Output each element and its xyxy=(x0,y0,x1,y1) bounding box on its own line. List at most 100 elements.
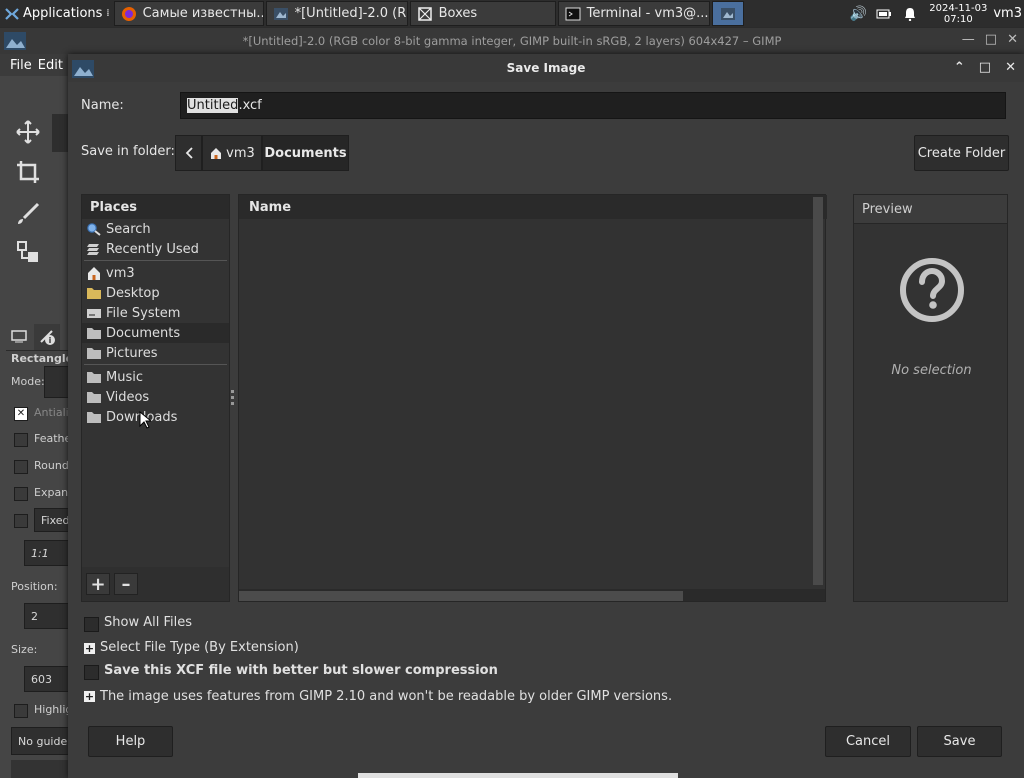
guides-label: No guide xyxy=(18,734,68,748)
device-status-tab[interactable]: i xyxy=(34,324,60,350)
clock[interactable]: 2024-11-03 07:10 xyxy=(929,3,987,25)
task-firefox[interactable]: Самые известны... xyxy=(113,1,264,26)
no-selection-text: No selection xyxy=(891,363,972,378)
position-field[interactable]: 2 xyxy=(24,603,70,629)
compression-checkbox[interactable] xyxy=(84,665,99,680)
guides-dropdown[interactable]: No guide xyxy=(11,727,70,755)
paintbrush-tool-icon[interactable] xyxy=(14,200,42,228)
task-terminal[interactable]: Terminal - vm3@... xyxy=(557,1,710,26)
place-pictures[interactable]: Pictures xyxy=(82,343,229,363)
place-documents[interactable]: Documents xyxy=(82,323,229,343)
create-folder-button[interactable]: Create Folder xyxy=(914,135,1009,171)
dialog-maximize-icon[interactable]: □ xyxy=(979,60,991,75)
place-home[interactable]: vm3 xyxy=(82,263,229,283)
minimize-icon[interactable]: — xyxy=(962,32,975,47)
place-videos[interactable]: Videos xyxy=(82,387,229,407)
fixed-checkbox[interactable] xyxy=(14,514,28,528)
place-downloads[interactable]: Downloads xyxy=(82,407,229,427)
maximize-icon[interactable]: □ xyxy=(985,32,997,47)
name-input[interactable]: Untitled .xcf xyxy=(180,92,1006,119)
home-icon xyxy=(211,148,222,159)
remove-bookmark-button[interactable]: – xyxy=(114,573,138,595)
chevron-left-icon xyxy=(185,147,193,159)
gimp-icon xyxy=(273,7,288,20)
scrollbar-thumb[interactable] xyxy=(239,591,683,601)
crop-tool-icon[interactable] xyxy=(14,158,42,186)
cancel-button[interactable]: Cancel xyxy=(825,726,911,757)
dialog-close-icon[interactable]: ✕ xyxy=(1005,60,1016,75)
places-toolbar: + – xyxy=(82,567,229,601)
path-crumb-documents[interactable]: Documents xyxy=(262,135,349,171)
file-list-horizontal-scrollbar[interactable] xyxy=(239,589,825,601)
places-header: Places xyxy=(82,195,229,219)
folder-icon xyxy=(87,412,101,423)
dialog-collapse-icon[interactable]: ⌃ xyxy=(954,60,965,75)
expand-plus-icon[interactable]: + xyxy=(84,643,95,654)
dialog-titlebar[interactable]: Save Image ⌃ □ ✕ xyxy=(68,54,1024,82)
place-label: Music xyxy=(106,369,143,385)
place-desktop[interactable]: Desktop xyxy=(82,283,229,303)
select-file-type-expander[interactable]: Select File Type (By Extension) xyxy=(100,640,299,655)
path-back-button[interactable] xyxy=(175,135,202,171)
firefox-icon xyxy=(121,6,136,21)
battery-icon[interactable] xyxy=(875,5,893,23)
fixed-dropdown[interactable]: Fixed xyxy=(34,508,70,532)
expand-checkbox[interactable] xyxy=(14,487,28,501)
applications-menu[interactable]: Applications ⁞ xyxy=(0,0,114,27)
file-list-vertical-scrollbar[interactable] xyxy=(813,197,823,585)
user-name[interactable]: vm3 xyxy=(993,6,1022,21)
gimp-window-icon xyxy=(4,32,26,50)
compression-label[interactable]: Save this XCF file with better but slowe… xyxy=(104,663,498,678)
expand-plus-icon[interactable]: + xyxy=(84,691,95,702)
notification-bell-icon[interactable] xyxy=(901,5,919,23)
place-file-system[interactable]: File System xyxy=(82,303,229,323)
name-column-header[interactable]: Name xyxy=(239,195,827,219)
place-label: Pictures xyxy=(106,345,158,361)
gimp-menubar: File Edit xyxy=(0,54,70,76)
place-music[interactable]: Music xyxy=(82,367,229,387)
mode-buttons[interactable] xyxy=(44,366,70,398)
gimp-window-titlebar[interactable]: *[Untitled]-2.0 (RGB color 8-bit gamma i… xyxy=(0,28,1024,54)
menu-edit[interactable]: Edit xyxy=(36,58,67,73)
size-value: 603 xyxy=(31,672,52,686)
places-sidebar: Places Search Recently Used vm3 Desktop … xyxy=(81,194,230,602)
place-label: Videos xyxy=(106,389,150,405)
highlight-checkbox[interactable] xyxy=(14,704,28,718)
move-tool-icon[interactable] xyxy=(14,118,42,146)
path-crumb-home[interactable]: vm3 xyxy=(202,135,262,171)
compatibility-note-expander[interactable]: The image uses features from GIMP 2.10 a… xyxy=(100,689,672,704)
task-gimp[interactable]: *[Untitled]-2.0 (R... xyxy=(265,1,408,26)
applications-menu-icon xyxy=(5,7,19,20)
system-tray: 🔊 2024-11-03 07:10 vm3 xyxy=(845,0,1024,27)
dialog-title: Save Image xyxy=(506,61,586,75)
save-in-folder-label: Save in folder: xyxy=(81,144,175,159)
rounded-label: Round xyxy=(34,459,69,472)
feather-checkbox[interactable] xyxy=(14,433,28,447)
places-separator xyxy=(84,364,227,365)
expand-label: Expan xyxy=(34,486,69,499)
crumb-label: Documents xyxy=(264,145,347,161)
rounded-checkbox[interactable] xyxy=(14,460,28,474)
folder-icon xyxy=(87,348,101,359)
menu-file[interactable]: File xyxy=(0,58,36,73)
volume-icon[interactable]: 🔊 xyxy=(849,5,867,23)
show-all-files-label[interactable]: Show All Files xyxy=(104,615,192,630)
close-icon[interactable]: ✕ xyxy=(1007,32,1018,47)
antialias-checkbox[interactable]: ✕ xyxy=(14,407,28,421)
place-search[interactable]: Search xyxy=(82,219,229,239)
task-save-image[interactable] xyxy=(711,1,744,26)
clone-tool-icon[interactable] xyxy=(14,238,42,266)
place-recently-used[interactable]: Recently Used xyxy=(82,239,229,259)
pane-resize-handle[interactable] xyxy=(231,390,235,408)
size-field[interactable]: 603 xyxy=(24,666,70,692)
show-all-files-checkbox[interactable] xyxy=(84,617,99,632)
help-button[interactable]: Help xyxy=(88,726,173,757)
file-list[interactable]: Name xyxy=(238,194,827,602)
save-button[interactable]: Save xyxy=(917,726,1002,757)
place-label: vm3 xyxy=(106,265,135,281)
tool-options-tab-icon[interactable] xyxy=(10,328,28,344)
add-bookmark-button[interactable]: + xyxy=(86,573,110,595)
folder-icon xyxy=(87,392,101,403)
ratio-field[interactable]: 1:1 xyxy=(24,540,70,566)
task-boxes[interactable]: Boxes xyxy=(409,1,556,26)
